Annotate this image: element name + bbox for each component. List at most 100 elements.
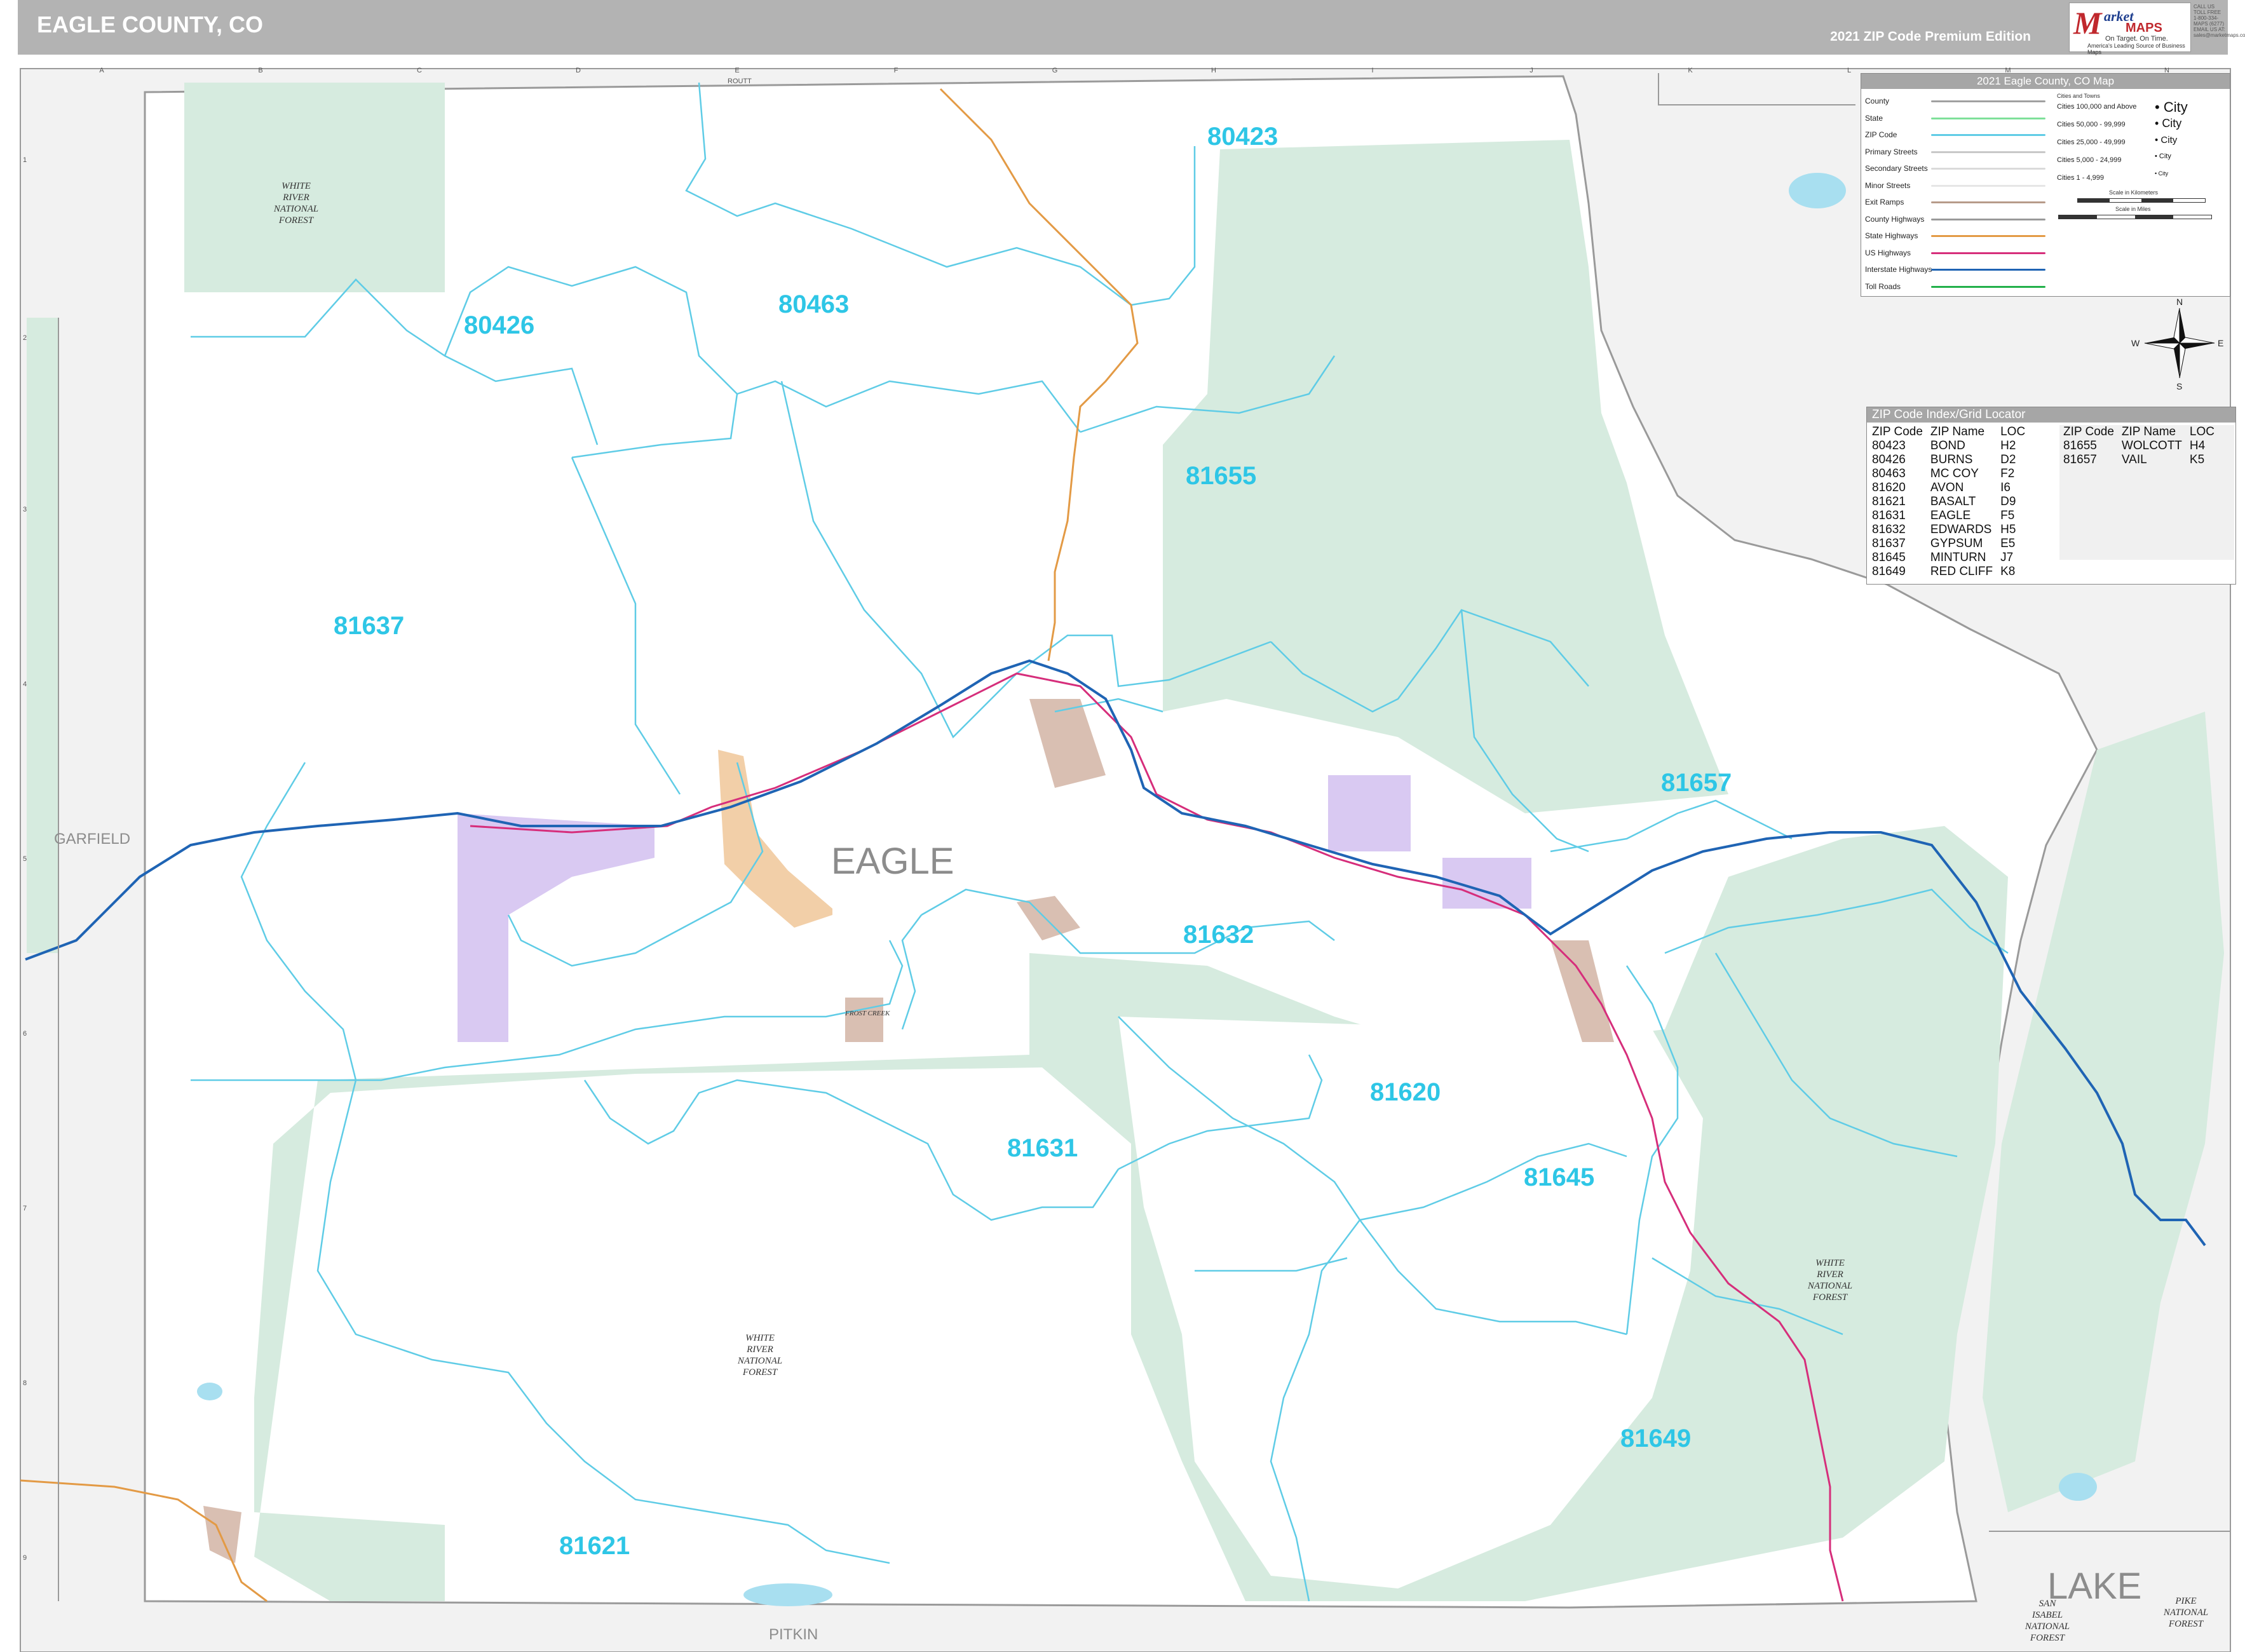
legend-scale: Scale in Kilometers Scale in Miles	[2052, 188, 2223, 226]
zip-label-81657: 81657	[1661, 769, 1732, 797]
table-row: 81649 RED CLIFF K8	[1872, 565, 2016, 578]
lake-southwest	[197, 1383, 222, 1400]
zip-index-header: ZIP Code ZIP Name LOC	[2063, 425, 2214, 438]
edition-label: 2021 ZIP Code Premium Edition	[1830, 29, 2031, 44]
logo-contact: CALL US TOLL FREE 1-800-334-MAPS (6277) …	[2194, 4, 2245, 38]
svg-text:7: 7	[23, 1205, 27, 1212]
table-row: 81620 AVON I6	[1872, 481, 2011, 494]
svg-text:E: E	[735, 67, 739, 74]
zip-index-right: ZIP Code ZIP Name LOC 81655 WOLCOTT H4 81657…	[2059, 425, 2218, 467]
svg-text:C: C	[417, 67, 422, 74]
forest-nw	[184, 83, 445, 292]
table-row: 81632 EDWARDS H5	[1872, 523, 2016, 536]
svg-text:D: D	[576, 67, 581, 74]
zip-label-81649: 81649	[1620, 1425, 1691, 1452]
legend-item-toll: Toll Roads	[1861, 281, 2052, 298]
zip-label-81655: 81655	[1186, 462, 1256, 490]
neighbor-label-garfield: GARFIELD	[54, 830, 130, 848]
svg-text:PIKE: PIKE	[2174, 1596, 2196, 1606]
legend-item-exit-ramps: Exit Ramps	[1861, 196, 2052, 213]
logo-tagline: On Target. On Time.	[2105, 35, 2168, 43]
logo-word-maps: MAPS	[2126, 21, 2162, 35]
county-label-eagle: EAGLE	[831, 841, 954, 882]
zip-label-81621: 81621	[559, 1532, 630, 1560]
table-row: 80426 BURNS D2	[1872, 453, 2016, 466]
svg-text:NATIONAL: NATIONAL	[2025, 1622, 2070, 1632]
legend-item-state-hwy: State Highways	[1861, 230, 2052, 247]
logo-subtagline: America's Leading Source of Business Map…	[2087, 43, 2185, 55]
map-legend: 2021 Eagle County, CO Map County State Z…	[1861, 73, 2230, 297]
legend-cities-heading: Cities and Towns	[2057, 93, 2100, 99]
zip-label-81632: 81632	[1183, 921, 1254, 949]
table-row: 80463 MC COY F2	[1872, 467, 2015, 480]
svg-text:NATIONAL: NATIONAL	[737, 1356, 782, 1366]
svg-text:6: 6	[23, 1030, 27, 1038]
zip-index-left: ZIP Code ZIP Name LOC 80423 BOND H2 80426 BUR…	[1868, 425, 2029, 579]
svg-text:FOREST: FOREST	[1812, 1292, 1848, 1303]
svg-text:FOREST: FOREST	[2168, 1619, 2204, 1629]
svg-text:3: 3	[23, 506, 27, 513]
legend-item-secondary: Secondary Streets	[1861, 163, 2052, 180]
zip-label-81637: 81637	[334, 612, 404, 640]
legend-item-primary: Primary Streets	[1861, 146, 2052, 163]
table-row: 80423 BOND H2	[1872, 439, 2016, 452]
svg-text:N: N	[2176, 297, 2183, 307]
table-row: 81657 VAIL K5	[2063, 453, 2205, 466]
legend-city-50k: Cities 50,000 - 99,999 • City	[2057, 117, 2182, 130]
svg-text:WHITE: WHITE	[745, 1333, 775, 1343]
svg-text:FOREST: FOREST	[2030, 1633, 2066, 1643]
legend-line-items: County State ZIP Code Primary Streets Se…	[1861, 95, 2052, 297]
legend-item-county: County	[1861, 95, 2052, 112]
zip-label-80426: 80426	[464, 311, 534, 339]
svg-text:B: B	[258, 67, 262, 74]
lake-north	[1789, 173, 1846, 208]
svg-text:L: L	[1847, 67, 1851, 74]
zip-label-81631: 81631	[1007, 1134, 1078, 1162]
legend-item-minor: Minor Streets	[1861, 180, 2052, 197]
zip-index-title: ZIP Code Index/Grid Locator	[1867, 407, 2235, 423]
svg-text:FOREST: FOREST	[278, 215, 315, 226]
table-row: 81655 WOLCOTT H4	[2063, 439, 2206, 452]
neighbor-label-routt: ROUTT	[728, 78, 752, 85]
legend-city-100k: Cities 100,000 and Above • City	[2057, 99, 2188, 115]
legend-item-zip: ZIP Code	[1861, 129, 2052, 146]
zip-label-81620: 81620	[1370, 1078, 1441, 1106]
svg-text:2: 2	[23, 334, 27, 342]
legend-item-interstate: Interstate Highways	[1861, 264, 2052, 281]
svg-text:A: A	[99, 67, 104, 74]
svg-text:F: F	[894, 67, 899, 74]
table-row: 81637 GYPSUM E5	[1872, 537, 2016, 550]
legend-city-1k: Cities 1 - 4,999 • City	[2057, 170, 2169, 182]
svg-text:K: K	[1688, 67, 1693, 74]
svg-text:I: I	[1371, 67, 1373, 74]
legend-item-us-hwy: US Highways	[1861, 247, 2052, 264]
page-title: EAGLE COUNTY, CO	[37, 11, 264, 37]
svg-text:NATIONAL: NATIONAL	[2163, 1608, 2208, 1618]
svg-text:SAN: SAN	[2039, 1599, 2057, 1609]
svg-text:G: G	[1052, 67, 1058, 74]
logo-mark: M	[2073, 5, 2102, 41]
table-row: 81621 BASALT D9	[1872, 495, 2016, 508]
neighbor-label-lake: LAKE	[2047, 1566, 2141, 1607]
svg-text:NATIONAL: NATIONAL	[273, 204, 318, 214]
svg-text:W: W	[2131, 338, 2140, 348]
zip-label-80423: 80423	[1207, 123, 1278, 151]
svg-text:H: H	[1211, 67, 1216, 74]
neighbor-label-pitkin: PITKIN	[769, 1626, 818, 1643]
svg-text:J: J	[1529, 67, 1533, 74]
svg-text:RIVER: RIVER	[746, 1344, 773, 1355]
svg-text:9: 9	[23, 1554, 27, 1562]
svg-text:WHITE: WHITE	[281, 181, 311, 191]
svg-text:FOREST: FOREST	[742, 1367, 778, 1378]
forest-west-strip	[27, 318, 58, 953]
table-row: 81631 EAGLE F5	[1872, 509, 2015, 522]
svg-text:E: E	[2218, 338, 2223, 348]
svg-text:ISABEL: ISABEL	[2031, 1610, 2063, 1620]
svg-text:NATIONAL: NATIONAL	[1807, 1281, 1852, 1291]
zip-label-80463: 80463	[778, 290, 849, 318]
lake-south-east	[2059, 1473, 2097, 1501]
svg-text:S: S	[2176, 381, 2182, 391]
town-label-frost-creek: FROST CREEK	[844, 1010, 890, 1017]
svg-text:8: 8	[23, 1379, 27, 1387]
frost-creek-place	[845, 998, 883, 1042]
